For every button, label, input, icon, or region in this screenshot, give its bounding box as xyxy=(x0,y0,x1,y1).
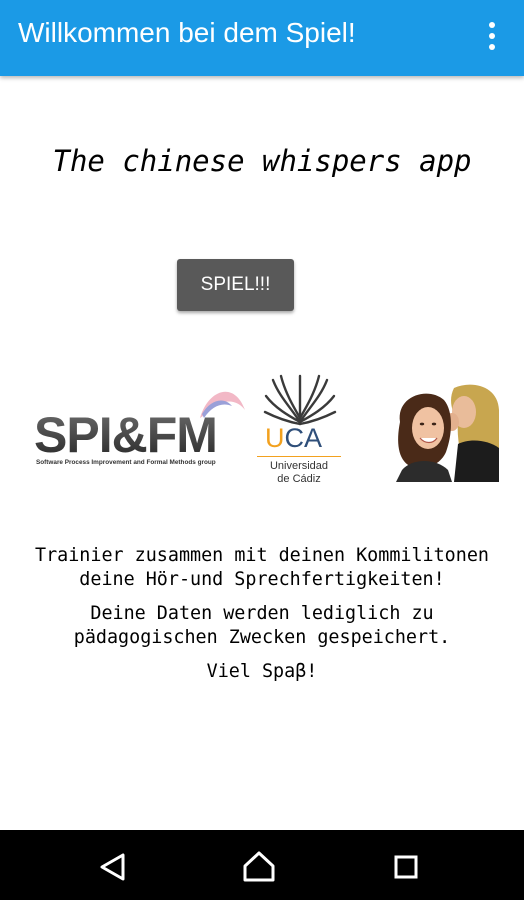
intro-text-line: Trainier zusammen mit deinen Kommilitone… xyxy=(35,545,489,566)
more-vert-icon[interactable] xyxy=(474,16,510,56)
spiel-start-button[interactable]: SPIEL!!! xyxy=(177,259,294,311)
spifm-logo-subtitle: Software Process Improvement and Formal … xyxy=(36,459,216,466)
home-button[interactable] xyxy=(224,830,294,900)
back-triangle-icon xyxy=(100,853,125,881)
privacy-text-line: Deine Daten werden lediglich zu xyxy=(90,603,434,624)
greeting-text: Viel Spaβ! xyxy=(206,661,318,682)
uca-divider xyxy=(257,456,341,457)
spifm-logo: SPI&FM Software Process Improvement and … xyxy=(30,384,250,474)
whispering-photo-illustration xyxy=(392,382,499,482)
back-button[interactable] xyxy=(78,830,148,900)
uca-name-line1: Universidad xyxy=(269,460,329,472)
uca-logo: UCA Universidad de Cádiz xyxy=(255,372,345,488)
app-title: Willkommen bei dem Spiel! xyxy=(18,17,356,48)
system-nav-bar xyxy=(0,830,524,900)
app-bar: Willkommen bei dem Spiel! xyxy=(0,0,524,76)
recent-apps-button[interactable] xyxy=(371,830,441,900)
uca-letters-ca: CA xyxy=(284,423,323,453)
menu-dot xyxy=(489,33,495,39)
app-headline: The chinese whispers app xyxy=(52,144,472,178)
uca-letters: UCA xyxy=(265,425,322,452)
menu-dot xyxy=(489,22,495,28)
uca-emblem-icon xyxy=(263,374,337,426)
recent-apps-square-icon xyxy=(394,855,418,879)
home-icon xyxy=(243,851,275,882)
intro-text-line: deine Hör-und Sprechfertigkeiten! xyxy=(79,569,445,590)
uca-name-line2: de Cádiz xyxy=(277,473,321,485)
spifm-logo-text: SPI&FM xyxy=(34,407,218,463)
uca-letter-u: U xyxy=(265,423,285,453)
menu-dot xyxy=(489,44,495,50)
whispering-photo xyxy=(392,382,499,482)
privacy-text-line: pädagogischen Zwecken gespeichert. xyxy=(73,627,451,648)
uca-name: Universidad de Cádiz xyxy=(255,460,343,486)
